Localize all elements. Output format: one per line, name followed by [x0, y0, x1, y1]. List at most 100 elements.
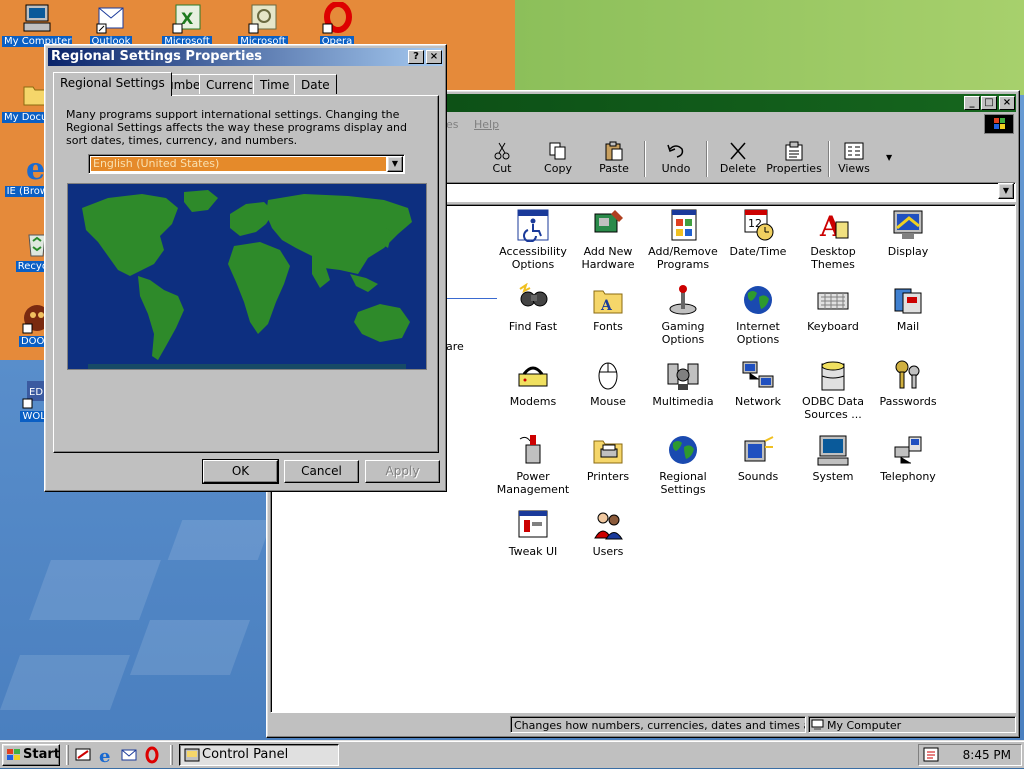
control-panel-item[interactable]: Mail [870, 283, 946, 333]
control-panel-item-label: Printers [586, 470, 630, 483]
undo-button[interactable]: Undo [648, 139, 704, 175]
copy-button[interactable]: Copy [530, 139, 586, 175]
control-panel-item[interactable]: A Fonts [570, 283, 646, 333]
dialog-titlebar[interactable]: Regional Settings Properties ? × [48, 48, 443, 66]
control-panel-item-label: Find Fast [508, 320, 558, 333]
regional-settings-dialog: Regional Settings Properties ? × Regiona… [44, 44, 447, 492]
views-button[interactable]: Views [826, 139, 882, 175]
locale-select[interactable]: English (United States) ▼ [88, 154, 405, 174]
control-panel-item-label: Date/Time [729, 245, 787, 258]
wallpaper-tile [167, 520, 273, 560]
desktop-icon-my-computer[interactable]: My Computer [2, 2, 72, 50]
themes-icon: A [816, 208, 850, 243]
control-panel-item[interactable]: Internet Options [720, 283, 796, 346]
control-panel-item[interactable]: Users [570, 508, 646, 558]
close-button[interactable]: × [999, 96, 1015, 110]
internet-explorer-icon[interactable]: e [97, 746, 115, 767]
help-button[interactable]: ? [408, 50, 424, 64]
control-panel-item-label: Mouse [590, 395, 626, 408]
menu-help[interactable]: Help [474, 118, 499, 131]
menu-faded-item[interactable]: es [446, 118, 459, 131]
tab-date[interactable]: Date [294, 74, 337, 94]
regional-tray-icon[interactable] [923, 747, 941, 766]
desktop-icon-microsoft-excel[interactable]: X Microsoft [152, 2, 222, 50]
control-panel-item[interactable]: Network [720, 358, 796, 408]
hardware-icon [591, 208, 625, 242]
control-panel-item-label: Telephony [880, 470, 936, 483]
delete-button[interactable]: Delete [710, 139, 766, 175]
control-panel-item[interactable]: Printers [570, 433, 646, 483]
control-panel-item[interactable]: Telephony [870, 433, 946, 483]
control-panel-item[interactable]: Display [870, 208, 946, 258]
control-panel-item[interactable]: Tweak UI [495, 508, 571, 558]
desktop-icon-outlook[interactable]: Outlook [76, 2, 146, 50]
address-dropdown-button[interactable]: ▼ [998, 183, 1014, 199]
control-panel-item[interactable]: Passwords [870, 358, 946, 408]
printers-folder-icon [591, 433, 625, 467]
dialog-title: Regional Settings Properties [51, 49, 263, 64]
delete-x-icon [727, 141, 749, 161]
views-dropdown-arrow-icon[interactable]: ▼ [886, 153, 892, 162]
opera-icon[interactable] [143, 746, 161, 764]
properties-icon [783, 141, 805, 161]
toolbar-separator [706, 141, 708, 177]
keys-icon [891, 358, 925, 392]
calendar-clock-icon: 12 [741, 208, 775, 242]
dialog-close-button[interactable]: × [426, 50, 442, 64]
control-panel-item[interactable]: Regional Settings [645, 433, 721, 496]
clock[interactable]: 8:45 PM [963, 748, 1011, 762]
desktop-icon-opera[interactable]: Opera [302, 1, 372, 50]
control-panel-item[interactable]: A Desktop Themes [795, 208, 871, 271]
control-panel-item[interactable]: Sounds [720, 433, 796, 483]
scissors-icon [491, 141, 513, 161]
control-panel-item[interactable]: Multimedia [645, 358, 721, 408]
desktop-icon-microsoft[interactable]: Microsoft [228, 2, 298, 50]
world-map[interactable] [67, 183, 427, 370]
accessibility-icon [516, 208, 550, 243]
control-panel-item[interactable]: Accessibility Options [495, 208, 571, 271]
toolbar-separator [644, 141, 646, 177]
minimize-button[interactable]: _ [964, 96, 980, 110]
outlook-express-icon[interactable] [120, 746, 138, 764]
views-grid-icon [843, 141, 865, 161]
control-panel-item[interactable]: 12 Date/Time [720, 208, 796, 258]
control-panel-item[interactable]: Gaming Options [645, 283, 721, 346]
cut-button[interactable]: Cut [474, 139, 530, 175]
properties-button[interactable]: Properties [764, 139, 824, 175]
control-panel-item[interactable]: Add New Hardware [570, 208, 646, 271]
control-panel-item[interactable]: Find Fast [495, 282, 571, 333]
start-button[interactable]: Start [2, 744, 60, 766]
control-panel-item[interactable]: Mouse [570, 358, 646, 408]
locale-dropdown-button[interactable]: ▼ [387, 156, 403, 172]
tab-time[interactable]: Time [253, 74, 297, 94]
control-panel-item-label: Network [735, 395, 781, 408]
control-panel-item-label: Desktop Themes [810, 245, 856, 271]
svg-text:ED: ED [29, 387, 43, 398]
globe-icon [741, 283, 775, 317]
copy-icon [547, 141, 569, 161]
control-panel-item[interactable]: Add/Remove Programs [645, 208, 721, 271]
control-panel-item-label: Sounds [737, 470, 779, 483]
fonts-folder-icon: A [591, 283, 625, 317]
ok-button[interactable]: OK [202, 459, 279, 484]
cancel-button[interactable]: Cancel [284, 460, 359, 483]
control-panel-item[interactable]: ODBC Data Sources ... [795, 358, 871, 421]
taskbar-grip[interactable] [170, 745, 173, 765]
quicklaunch-grip[interactable] [66, 745, 69, 765]
control-panel-item[interactable]: Keyboard [795, 283, 871, 333]
paste-button[interactable]: Paste [586, 139, 642, 175]
chevron-down-icon: ▼ [391, 159, 399, 168]
find-fast-icon [516, 282, 550, 317]
maximize-button[interactable]: □ [981, 96, 997, 110]
wallpaper-tile [0, 655, 131, 710]
locale-selected-value: English (United States) [91, 157, 386, 171]
tab-regional-settings[interactable]: Regional Settings [53, 72, 172, 96]
show-desktop-icon[interactable] [74, 746, 92, 764]
windows-flag-icon [6, 748, 21, 768]
taskbar-button-control-panel[interactable]: Control Panel [179, 744, 339, 766]
keyboard-icon [816, 283, 850, 317]
control-panel-item[interactable]: Modems [495, 358, 571, 408]
control-panel-item[interactable]: System [795, 433, 871, 483]
control-panel-item[interactable]: Power Management [495, 433, 571, 496]
apply-button[interactable]: Apply [365, 460, 440, 483]
